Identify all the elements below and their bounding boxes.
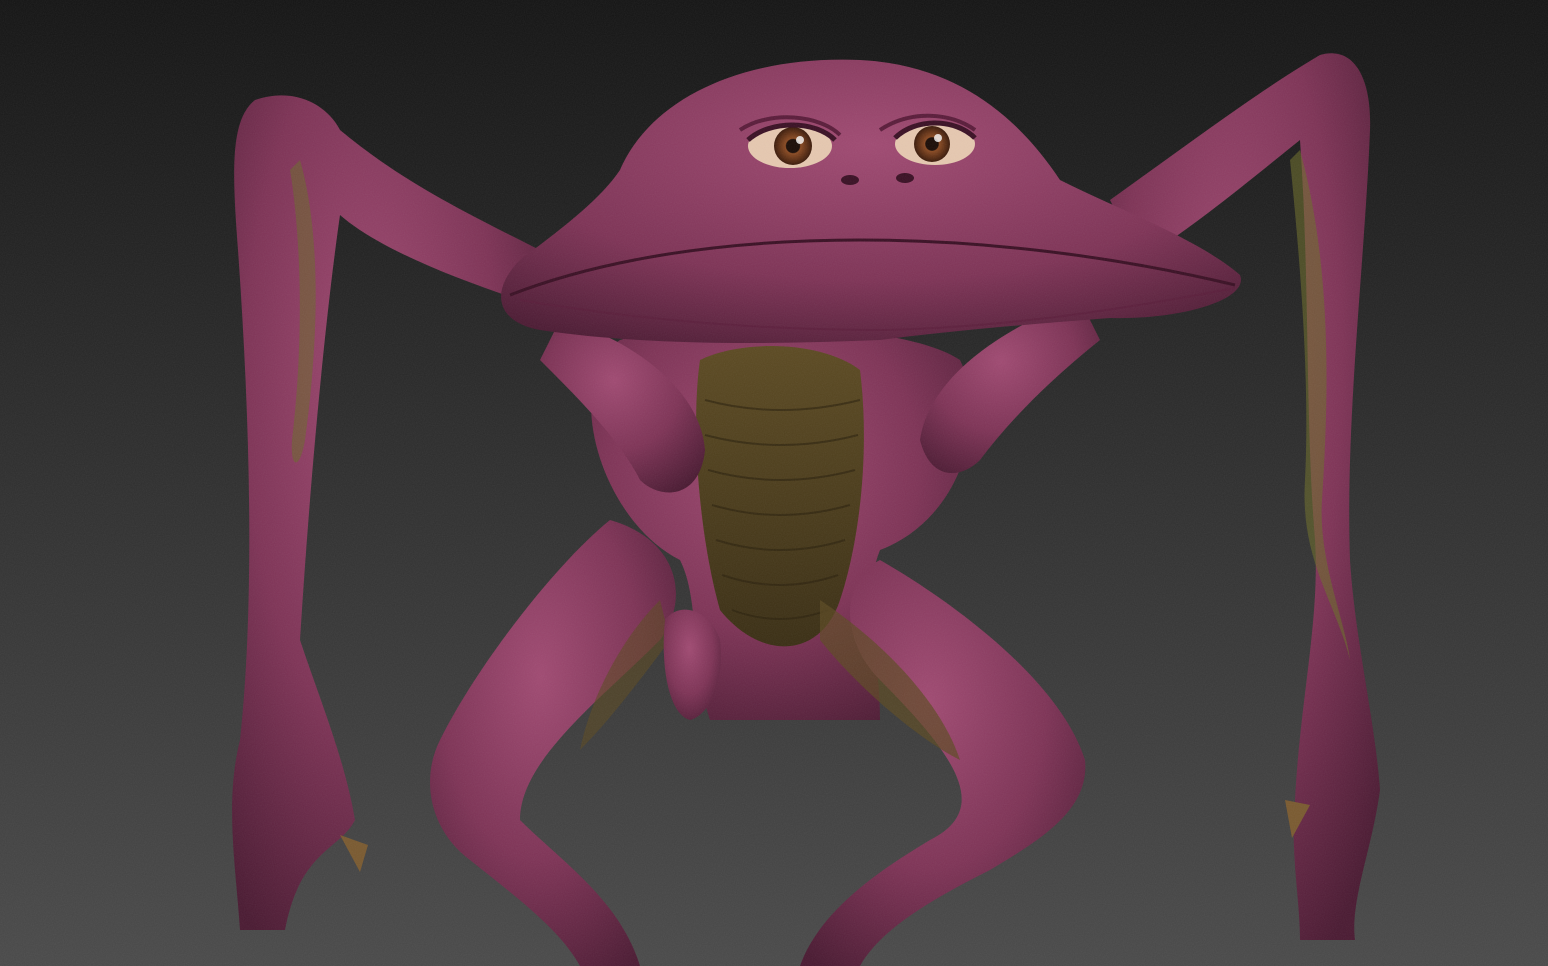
render-viewport[interactable] [0, 0, 1548, 966]
skin-texture [0, 0, 1548, 966]
creature-render [0, 0, 1548, 966]
